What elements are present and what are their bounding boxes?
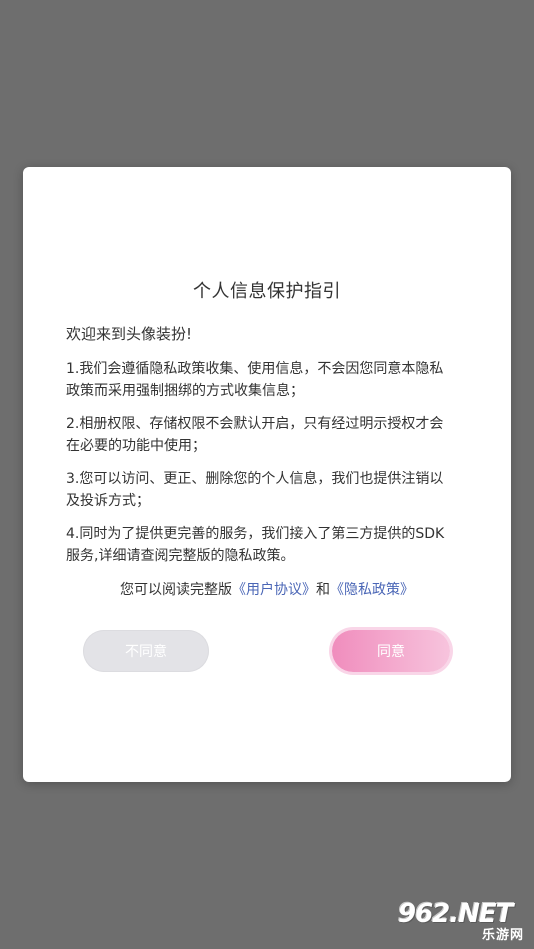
policy-item-2: 2.相册权限、存储权限不会默认开启，只有经过明示授权才会在必要的功能中使用； — [66, 416, 444, 454]
read-and-text: 和 — [316, 582, 330, 598]
welcome-text: 欢迎来到头像装扮! — [66, 325, 193, 343]
policy-item-4: 4.同时为了提供更完善的服务，我们接入了第三方提供的SDK服务,详细请查阅完整版… — [66, 526, 445, 564]
read-prefix-text: 您可以阅读完整版 — [120, 582, 232, 598]
user-agreement-link[interactable]: 《用户协议》 — [232, 582, 316, 598]
read-full-policy-line: 您可以阅读完整版《用户协议》和《隐私政策》 — [23, 579, 511, 599]
dialog-content: 欢迎来到头像装扮! 1.我们会遵循隐私政策收集、使用信息，不会因您同意本隐私政策… — [66, 323, 456, 578]
watermark-site-name: 乐游网 — [481, 928, 524, 943]
policy-item-3: 3.您可以访问、更正、删除您的个人信息，我们也提供注销以及投诉方式； — [66, 471, 444, 509]
privacy-dialog: 个人信息保护指引 欢迎来到头像装扮! 1.我们会遵循隐私政策收集、使用信息，不会… — [23, 167, 511, 782]
privacy-policy-link[interactable]: 《隐私政策》 — [330, 582, 414, 598]
dialog-title: 个人信息保护指引 — [193, 281, 341, 302]
policy-item-1: 1.我们会遵循隐私政策收集、使用信息，不会因您同意本隐私政策而采用强制捆绑的方式… — [66, 361, 444, 399]
disagree-button[interactable]: 不同意 — [83, 630, 209, 672]
site-watermark: 962.NET 乐游网 — [398, 899, 528, 943]
agree-button[interactable]: 同意 — [332, 630, 450, 672]
